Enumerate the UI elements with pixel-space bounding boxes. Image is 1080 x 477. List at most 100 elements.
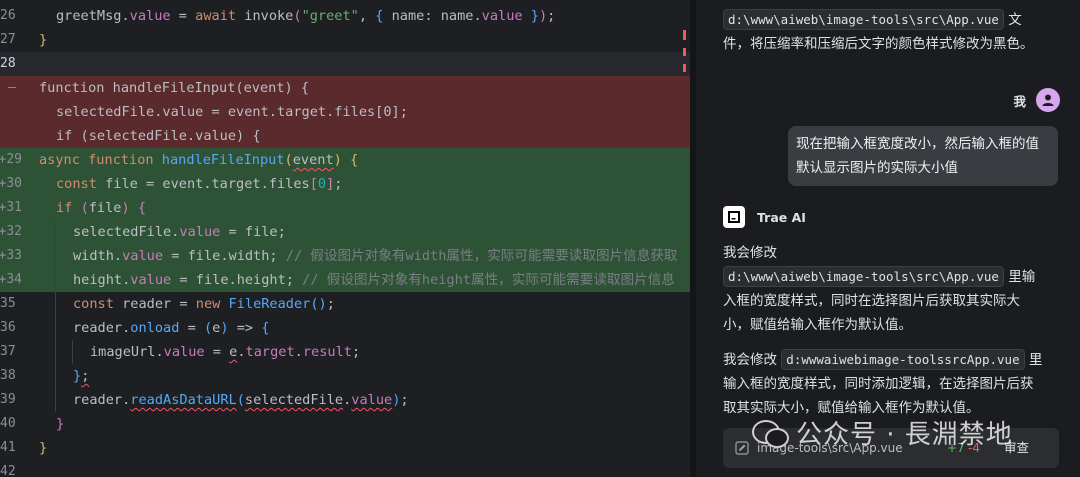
ai-header: Trae AI xyxy=(723,205,806,229)
code-token: { xyxy=(137,200,147,216)
user-header: 我 xyxy=(1013,88,1060,112)
indent-guide xyxy=(55,268,56,292)
code-token: "greet" xyxy=(301,8,359,24)
code-line-removed[interactable]: if (selectedFile.value) { xyxy=(0,124,690,148)
code-token: selectedFile xyxy=(244,392,344,408)
code-token: ( xyxy=(310,296,319,312)
code-token: await xyxy=(195,8,237,24)
code-token: // 假设图片对象有width属性，实际可能需要读取图片信息获取 xyxy=(285,248,678,264)
line-number: 30+ xyxy=(0,176,22,191)
code-token: invoke xyxy=(244,8,294,24)
code-token: ( xyxy=(80,200,89,216)
code-line-added[interactable]: 29+ async function handleFileInput(event)… xyxy=(0,148,690,172)
code-token: ( xyxy=(236,392,245,408)
code-line-added[interactable]: 34+ height.value = file.height; // 假设图片对象… xyxy=(0,268,690,292)
code-token: = xyxy=(179,320,204,336)
code-token: reader = xyxy=(113,296,196,312)
code-line-added[interactable]: 31+ if (file) { xyxy=(0,196,690,220)
code-token: ) xyxy=(121,200,130,216)
code-line[interactable]: 35 const reader = new FileReader(); xyxy=(0,292,690,316)
line-number: 36 xyxy=(0,320,16,335)
code-line[interactable]: 38}; xyxy=(0,364,690,388)
code-token: } xyxy=(530,8,539,24)
code-token: ; xyxy=(326,296,335,312)
code-token: ) xyxy=(220,320,229,336)
code-token: async xyxy=(39,152,80,168)
indent-guide xyxy=(55,340,56,364)
code-line[interactable]: 26 greetMsg.value = await invoke("greet",… xyxy=(0,4,690,28)
code-token: } xyxy=(39,32,48,48)
code-token: . xyxy=(155,344,164,360)
code-token: height xyxy=(73,272,123,288)
indent-guide xyxy=(55,220,56,244)
code-token: value xyxy=(130,272,172,288)
code-token: . xyxy=(237,344,246,360)
error-marker[interactable] xyxy=(683,48,686,56)
file-path-tag[interactable]: d:\www\aiweb\image-tools\src\App.vue xyxy=(723,9,1004,30)
code-token: value xyxy=(163,344,205,360)
code-line[interactable]: 39 reader.readAsDataURL(selectedFile.valu… xyxy=(0,388,690,412)
watermark: 公众号 · 長淵禁地 xyxy=(750,412,1013,452)
ai-name: Trae AI xyxy=(757,209,806,225)
code-token: reader xyxy=(73,320,123,336)
code-line[interactable]: 37 imageUrl.value = e.target.result; xyxy=(0,340,690,364)
code-token: = file.height; xyxy=(171,272,303,288)
error-marker[interactable] xyxy=(683,64,686,72)
code-line[interactable]: 28 xyxy=(0,52,690,76)
code-line[interactable]: 41} xyxy=(0,436,690,460)
indent-guide xyxy=(55,316,56,340)
code-token: ) xyxy=(538,8,548,24)
line-number: 26 xyxy=(0,8,16,23)
code-token: event xyxy=(292,152,334,168)
file-path-tag[interactable]: d:\www\aiweb\image-tools\src\App.vue xyxy=(723,266,1004,287)
editor-scrollbar[interactable] xyxy=(678,0,690,477)
code-editor[interactable]: 26 greetMsg.value = await invoke("greet",… xyxy=(0,0,690,477)
code-line-added[interactable]: 32+ selectedFile.value = file; xyxy=(0,220,690,244)
code-line-added[interactable]: 30+ const file = event.target.files[0]; xyxy=(0,172,690,196)
code-line[interactable]: 27} xyxy=(0,28,690,52)
code-token: ( xyxy=(203,320,213,336)
code-token: = xyxy=(170,8,196,24)
code-line-removed[interactable]: selectedFile.value = event.target.files[… xyxy=(0,100,690,124)
wechat-icon xyxy=(750,416,789,448)
code-token: value xyxy=(351,392,393,408)
line-number: 28 xyxy=(0,56,16,71)
code-line-added[interactable]: 33+ width.value = file.width; // 假设图片对象有w… xyxy=(0,244,690,268)
error-marker[interactable] xyxy=(683,30,686,40)
code-token: . xyxy=(473,8,482,24)
code-token: ; xyxy=(81,368,90,384)
code-text: greetMsg.value = await invoke("greet", {… xyxy=(56,4,555,28)
line-number: 40 xyxy=(0,416,16,431)
code-token: readAsDataURL xyxy=(130,392,237,408)
code-text: width.value = file.width; // 假设图片对象有widt… xyxy=(73,244,678,268)
line-number: 34+ xyxy=(0,272,22,287)
code-text: if (file) { xyxy=(56,196,146,220)
chat-panel: d:\www\aiweb\image-tools\src\App.vue 文 件… xyxy=(696,0,1080,477)
code-text: async function handleFileInput(event) { xyxy=(39,148,358,172)
line-number: 33+ xyxy=(0,248,22,263)
code-token: reader xyxy=(73,392,123,408)
code-token: target xyxy=(245,344,295,360)
code-line[interactable]: 40} xyxy=(0,412,690,436)
code-token: if xyxy=(56,200,73,216)
code-token: value xyxy=(179,224,221,240)
file-path-tag[interactable]: d:wwwaiwebimage-toolssrcApp.vue xyxy=(781,349,1025,370)
code-token: = file; xyxy=(220,224,286,240)
code-line-removed[interactable]: — function handleFileInput(event) { xyxy=(0,76,690,100)
indent-guide xyxy=(55,388,56,412)
ai-message-paragraph: 我会修改 d:\www\aiweb\image-tools\src\App.vu… xyxy=(723,245,1036,333)
code-line[interactable]: 36 reader.onload = (e) => { xyxy=(0,316,690,340)
code-token: { xyxy=(261,320,270,336)
code-token: => xyxy=(228,320,262,336)
previous-message: d:\www\aiweb\image-tools\src\App.vue 文 件… xyxy=(723,8,1063,56)
code-text: } xyxy=(39,436,47,460)
code-text: if (selectedFile.value) { xyxy=(56,124,261,148)
code-token: ; xyxy=(400,392,409,408)
code-text: }; xyxy=(73,364,89,388)
code-line[interactable]: 42 xyxy=(0,460,690,477)
user-icon xyxy=(1042,94,1054,106)
line-number: 42 xyxy=(0,464,16,477)
